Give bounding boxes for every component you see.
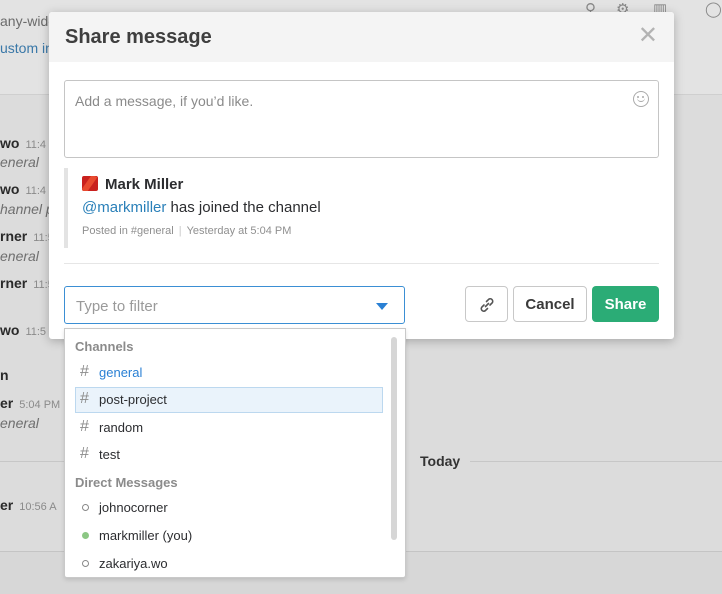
dm-option-zakariya-wo[interactable]: zakariya.wo: [75, 551, 383, 577]
presence-away-icon: [82, 504, 89, 511]
message-author: wo 11:4: [0, 135, 47, 151]
dm-option-label: zakariya.wo: [99, 556, 168, 571]
channel-option-label: test: [99, 447, 120, 462]
presence-away-icon: [82, 560, 89, 567]
hash-icon: #: [80, 445, 89, 462]
posted-in-label[interactable]: Posted in #general: [82, 225, 174, 237]
channel-filter-select[interactable]: [64, 286, 405, 324]
hash-icon: #: [80, 418, 89, 435]
smiley-icon[interactable]: [633, 91, 649, 107]
message-text: eneral: [0, 415, 39, 431]
hash-icon: #: [80, 363, 89, 380]
channel-link-fragment[interactable]: ustom in: [0, 40, 53, 56]
message-meta: Posted in #general | Yesterday at 5:04 PM: [82, 225, 291, 237]
dm-option-label: johnocorner: [99, 500, 168, 515]
copy-link-button[interactable]: [465, 286, 508, 322]
hash-icon: #: [80, 390, 89, 407]
dm-option-johnocorner[interactable]: johnocorner: [75, 495, 383, 521]
share-button[interactable]: Share: [592, 286, 659, 322]
channel-option-label: random: [99, 420, 144, 435]
message-author: rner 11:5: [0, 275, 54, 291]
message-text: eneral: [0, 248, 39, 264]
share-comment-box[interactable]: [64, 80, 659, 158]
channel-dropdown-list[interactable]: Channels # general # post-project # rand…: [64, 328, 406, 578]
channels-section-header: Channels: [75, 339, 134, 354]
message-author: rner 11:5: [0, 228, 54, 244]
presence-online-icon: [82, 532, 89, 539]
channel-option-general[interactable]: # general: [75, 360, 383, 386]
share-message-modal: Share message ✕ Mark Miller @markmiller …: [49, 12, 674, 339]
dm-option-markmiller[interactable]: markmiller (you): [75, 523, 383, 549]
message-author: er 10:56 A: [0, 497, 57, 513]
channel-filter-input[interactable]: [74, 295, 368, 317]
cancel-button[interactable]: Cancel: [513, 286, 587, 322]
shared-message-preview: Mark Miller @markmiller has joined the c…: [64, 168, 658, 248]
message-author: wo 11:4: [0, 181, 47, 197]
channel-option-post-project[interactable]: # post-project: [75, 387, 383, 413]
channel-option-label: general: [99, 365, 143, 380]
day-divider-label: Today: [420, 453, 461, 469]
modal-title: Share message: [65, 26, 212, 48]
message-author: wo 11:5: [0, 322, 47, 338]
message-body: @markmiller has joined the channel: [82, 199, 321, 216]
share-comment-input[interactable]: [73, 91, 627, 151]
message-author: Mark Miller: [105, 176, 184, 193]
link-icon: [480, 298, 494, 312]
message-author: er 5:04 PM: [0, 395, 61, 411]
channel-option-random[interactable]: # random: [75, 415, 383, 441]
channel-option-test[interactable]: # test: [75, 442, 383, 468]
channel-topic-fragment: any-wide: [0, 13, 57, 29]
meta-separator: |: [178, 225, 182, 237]
message-author: n: [0, 367, 9, 383]
avatar: [82, 176, 98, 191]
day-divider-line: [470, 461, 722, 462]
dropdown-scrollbar[interactable]: [391, 337, 397, 540]
search-icon[interactable]: ◯: [705, 0, 722, 18]
user-mention-link[interactable]: @markmiller: [82, 199, 166, 216]
message-timestamp[interactable]: Yesterday at 5:04 PM: [187, 225, 292, 237]
channel-option-label: post-project: [99, 392, 167, 407]
chevron-down-icon[interactable]: [376, 303, 388, 310]
divider: [64, 263, 659, 264]
dm-option-label: markmiller (you): [99, 528, 193, 543]
message-text: has joined the channel: [166, 199, 321, 216]
message-text: eneral: [0, 154, 39, 170]
close-icon[interactable]: ✕: [638, 24, 658, 48]
modal-header: Share message ✕: [49, 12, 674, 62]
direct-messages-section-header: Direct Messages: [75, 475, 178, 490]
